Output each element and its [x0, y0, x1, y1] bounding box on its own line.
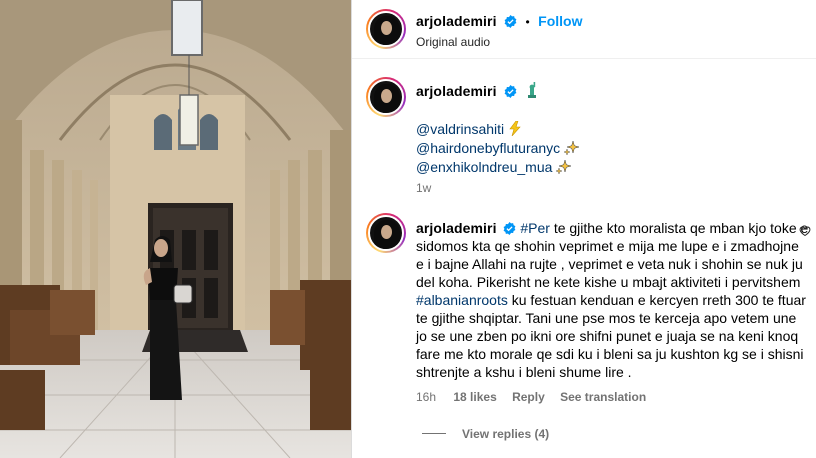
heart-outline-icon[interactable] [799, 225, 811, 237]
replies-divider-line [422, 433, 446, 435]
header-title-row: arjolademiri • Follow [416, 13, 582, 31]
follow-button[interactable]: Follow [538, 13, 582, 29]
caption-timestamp[interactable]: 1w [416, 181, 431, 195]
separator-dot: • [525, 15, 530, 29]
comment-likes[interactable]: 18 likes [453, 390, 496, 404]
mention-link[interactable]: @hairdonebyfluturanyc [416, 140, 560, 156]
comment-line: e i bajne Allahi na rujte , veprimet e v… [416, 256, 803, 272]
caption-username-row: arjolademiri [416, 82, 539, 101]
mention-link[interactable]: @valdrinsahiti [416, 121, 504, 137]
mention-line: @enxhikolndreu_mua [416, 158, 579, 177]
statue-of-liberty-icon [528, 82, 537, 98]
comment-line: del koha. Pikerisht ne kete kishe u mbaj… [416, 274, 801, 290]
post-media[interactable] [0, 0, 351, 458]
sparkles-icon [556, 159, 572, 174]
caption-author-avatar[interactable] [366, 77, 406, 117]
comment-meta-row: 16h 18 likes Reply See translation [416, 390, 646, 404]
audio-link[interactable]: Original audio [416, 35, 490, 49]
comment-line: te gjithe shqiptar. Tani une pse mos te … [416, 310, 797, 326]
comment-username[interactable]: arjolademiri [416, 220, 497, 236]
hashtag-link[interactable]: #Per [520, 220, 550, 236]
reply-button[interactable]: Reply [512, 390, 545, 404]
comment-body: arjolademiri #Per te gjithe kto moralist… [416, 219, 808, 381]
comment-text: ku festuan kenduan e kercyen rreth 300 t… [507, 292, 806, 308]
view-replies-row[interactable]: View replies (4) [422, 425, 549, 443]
author-username[interactable]: arjolademiri [416, 13, 497, 29]
post-header: arjolademiri • Follow Original audio [352, 0, 816, 59]
comment-line: #albanianroots ku festuan kenduan e kerc… [416, 291, 806, 309]
mention-link[interactable]: @enxhikolndreu_mua [416, 159, 552, 175]
comment-text: te gjithe kto moralista qe mban kjo toke… [549, 220, 809, 236]
comment-line: sidomos kta qe shohin veprimet e mija me… [416, 238, 799, 254]
author-avatar[interactable] [366, 9, 406, 49]
comment-author-avatar[interactable] [366, 213, 406, 253]
comment-line: arjolademiri #Per te gjithe kto moralist… [416, 219, 808, 237]
mention-line: @valdrinsahiti [416, 120, 579, 139]
view-replies-button[interactable]: View replies (4) [462, 427, 549, 441]
caption-username[interactable]: arjolademiri [416, 83, 497, 99]
verified-badge-icon [504, 85, 517, 98]
comment-line: shtrenjte a kshu i bleni shume lire . [416, 364, 632, 380]
post-details-panel: arjolademiri • Follow Original audio arj… [351, 0, 816, 458]
see-translation-button[interactable]: See translation [560, 390, 646, 404]
lightning-icon [509, 121, 521, 136]
comment-line: fare me kto morale qe sdi ku i bleni sa … [416, 346, 804, 362]
church-interior-image [0, 0, 351, 458]
mention-line: @hairdonebyfluturanyc [416, 139, 580, 158]
verified-badge-icon [504, 15, 517, 28]
verified-badge-icon [504, 222, 516, 235]
caption-mentions: @valdrinsahiti @hairdonebyfluturanyc @en… [416, 120, 580, 177]
sparkles-icon [564, 140, 580, 155]
comment-line: jo se une zben po ikni ore shifni punet … [416, 328, 799, 344]
hashtag-link[interactable]: #albanianroots [416, 292, 508, 308]
comment-timestamp[interactable]: 16h [416, 390, 436, 404]
